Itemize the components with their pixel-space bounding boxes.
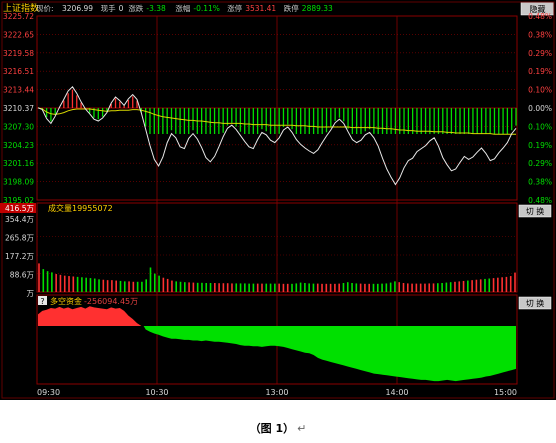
time-tick-label: 09:30	[37, 388, 60, 397]
volume-tick-label: 88.6万	[10, 271, 35, 280]
price-tick-label: 3207.30	[3, 122, 34, 131]
volume-switch-label[interactable]: 切 换	[526, 206, 545, 216]
return-mark-icon: ↵	[297, 422, 307, 435]
quote-item-value: 2889.33	[302, 4, 333, 13]
price-tick-label: 3204.23	[3, 141, 34, 150]
quote-item-value: 3531.41	[245, 4, 276, 13]
intraday-chart: 上证指数 现价: 3206.99 现手 0 涨跌 -3.38 涨幅 -0.11% 涨停 3531.…	[0, 0, 556, 400]
price-tick-label: 3198.09	[3, 178, 34, 187]
price-tick-label: 3210.37	[3, 104, 34, 113]
percent-tick-label: 0.19%	[528, 141, 552, 150]
help-icon-glyph: ?	[40, 297, 44, 306]
chart-window: 上证指数 现价: 3206.99 现手 0 涨跌 -3.38 涨幅 -0.11% 涨停 3531.…	[0, 0, 556, 400]
quote-header: 现价: 3206.99 现手 0 涨跌 -3.38 涨幅 -0.11% 涨停 3531.41 跌停 2…	[36, 3, 333, 13]
volume-tick-label: 万	[27, 289, 35, 298]
price-tick-label: 3201.16	[3, 159, 34, 168]
price-tick-label: 3216.51	[3, 67, 34, 76]
quote-item-value: -0.11%	[193, 4, 220, 13]
quote-item-label: 涨幅	[175, 3, 190, 13]
quote-item-value: -3.38	[146, 4, 166, 13]
percent-tick-label: 0.10%	[528, 86, 552, 95]
figure-caption-text: （图 1）	[249, 422, 295, 435]
percent-tick-label: 0.38%	[528, 178, 552, 187]
percent-tick-label: 0.10%	[528, 122, 552, 131]
quote-item-label: 跌停	[284, 3, 299, 13]
capital-switch-label[interactable]: 切 换	[526, 298, 545, 308]
time-tick-label: 14:00	[385, 388, 408, 397]
percent-tick-label: 0.19%	[528, 67, 552, 76]
quote-item-label: 现手	[101, 3, 116, 13]
percent-tick-label: 0.38%	[528, 30, 552, 39]
percent-tick-label: 0.29%	[528, 159, 552, 168]
percent-tick-label: 0.48%	[528, 196, 552, 205]
volume-label: 成交量	[48, 203, 72, 213]
quote-item-label: 涨跌	[128, 3, 143, 13]
figure-caption: （图 1） ↵	[0, 420, 556, 436]
quote-item-label: 涨停	[227, 3, 242, 13]
volume-tick-label: 265.8万	[5, 234, 34, 243]
percent-tick-label: 0.00%	[528, 104, 552, 113]
time-tick-label: 13:00	[265, 388, 288, 397]
volume-tick-label: 177.2万	[5, 252, 34, 261]
time-tick-label: 15:00	[494, 388, 517, 397]
quote-item-value: 3206.99	[62, 4, 93, 13]
quote-item-value: 0	[119, 4, 124, 13]
volume-value: 19955072	[72, 204, 113, 213]
price-tick-label: 3222.65	[3, 30, 34, 39]
percent-tick-label: 0.29%	[528, 49, 552, 58]
quote-item-label: 现价:	[36, 4, 54, 13]
percent-tick-label: 0.48%	[528, 12, 552, 21]
price-tick-label: 3225.72	[3, 12, 34, 21]
price-tick-label: 3213.44	[3, 86, 34, 95]
capital-label: 多空资金	[50, 296, 82, 306]
volume-tick-label: 416.5万	[5, 204, 34, 213]
capital-value: -256094.45万	[84, 297, 138, 306]
price-tick-label: 3219.58	[3, 49, 34, 58]
volume-tick-label: 354.4万	[5, 215, 34, 224]
time-tick-label: 10:30	[145, 388, 168, 397]
